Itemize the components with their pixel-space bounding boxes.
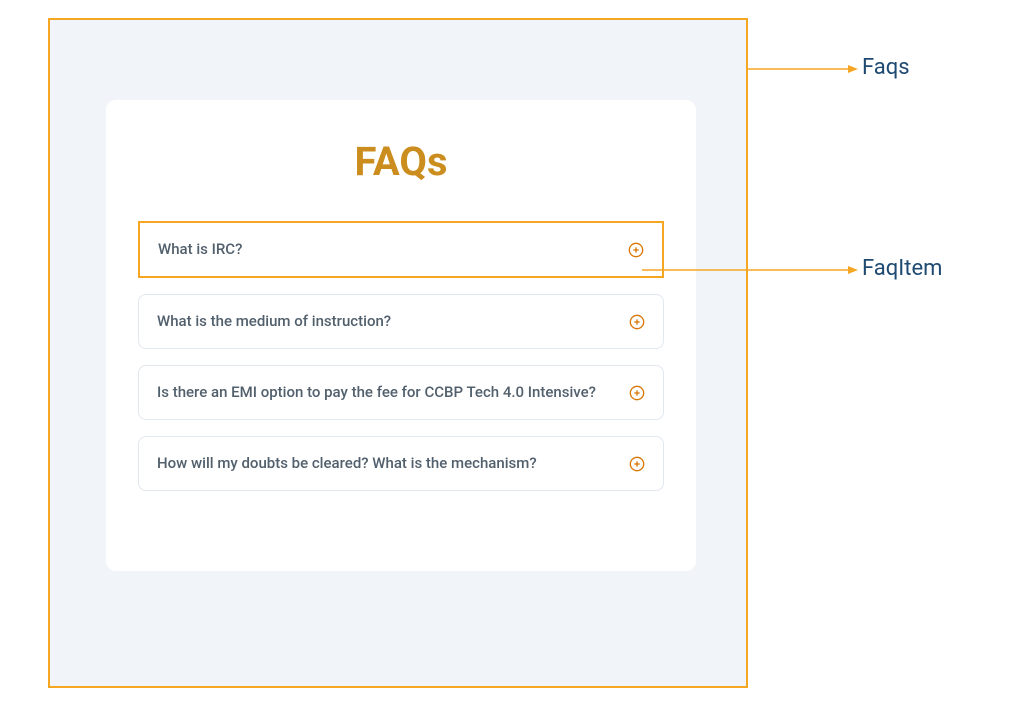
plus-circle-icon[interactable] — [629, 456, 645, 472]
faq-item[interactable]: Is there an EMI option to pay the fee fo… — [138, 365, 664, 420]
faq-list: What is IRC? What is the medium of instr… — [138, 221, 664, 491]
arrow-to-faqitem — [642, 265, 858, 275]
label-faqs: Faqs — [862, 55, 910, 80]
faq-question: How will my doubts be cleared? What is t… — [157, 453, 629, 474]
faq-question: What is the medium of instruction? — [157, 311, 629, 332]
faq-question: What is IRC? — [158, 239, 628, 260]
faqs-component-outline: FAQs What is IRC? What is the medium of … — [48, 18, 748, 688]
faqs-card: FAQs What is IRC? What is the medium of … — [106, 100, 696, 571]
faqs-title: FAQs — [138, 138, 664, 185]
plus-circle-icon[interactable] — [628, 242, 644, 258]
faq-question: Is there an EMI option to pay the fee fo… — [157, 382, 629, 403]
faq-item[interactable]: What is the medium of instruction? — [138, 294, 664, 349]
arrow-to-faqs — [748, 64, 858, 74]
faq-item[interactable]: How will my doubts be cleared? What is t… — [138, 436, 664, 491]
faq-item[interactable]: What is IRC? — [138, 221, 664, 278]
plus-circle-icon[interactable] — [629, 385, 645, 401]
label-faqitem: FaqItem — [862, 256, 942, 281]
plus-circle-icon[interactable] — [629, 314, 645, 330]
